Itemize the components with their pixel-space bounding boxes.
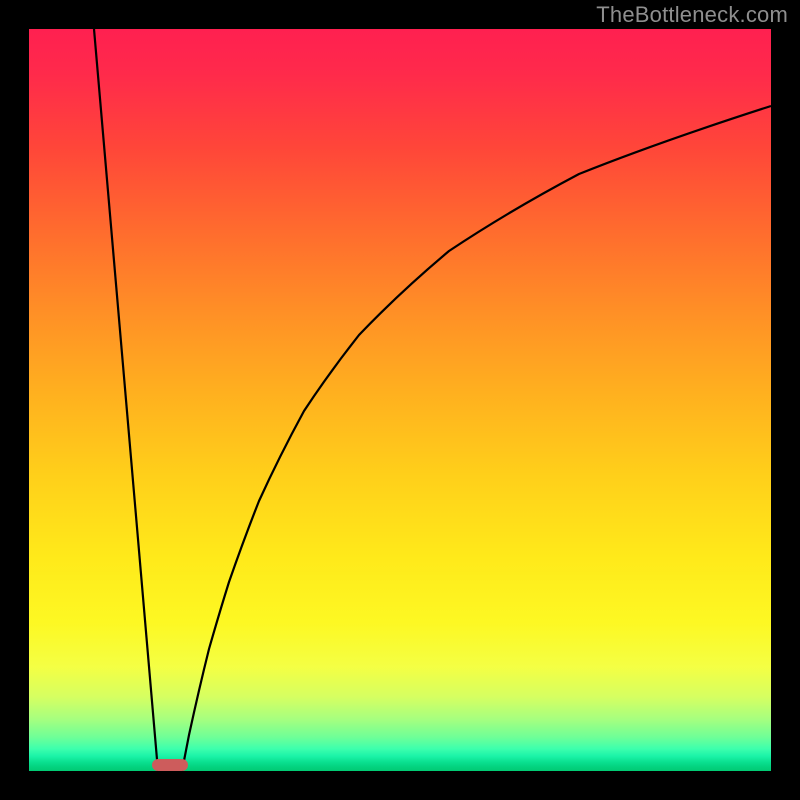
plot-area [29,29,771,771]
line-segment [94,29,158,771]
marker-pill [152,759,188,771]
chart-svg [29,29,771,771]
watermark-text: TheBottleneck.com [596,2,788,28]
curve [182,106,771,771]
